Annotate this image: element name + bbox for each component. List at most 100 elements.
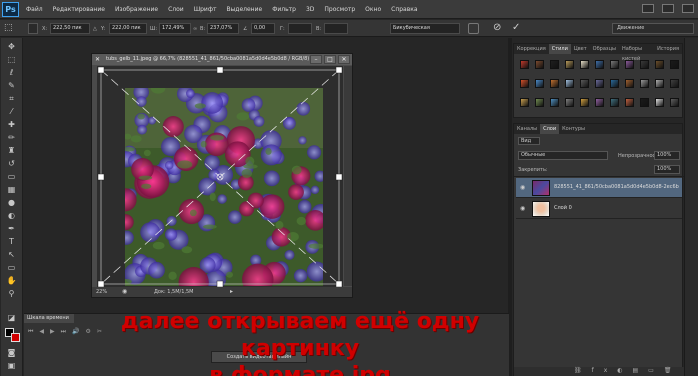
- doc-maximize-button[interactable]: □: [324, 55, 336, 64]
- document-scrollbar[interactable]: [344, 66, 352, 286]
- style-swatch[interactable]: [520, 98, 529, 107]
- menu-item[interactable]: Выделение: [226, 6, 262, 13]
- layers-panel-tab[interactable]: Слои: [540, 124, 560, 134]
- menu-item[interactable]: 3D: [306, 6, 314, 13]
- menu-item[interactable]: Шрифт: [194, 6, 217, 13]
- doc-close-button[interactable]: ✕: [338, 55, 350, 64]
- menu-item[interactable]: Просмотр: [324, 6, 355, 13]
- history-brush-tool-icon[interactable]: ↺: [5, 159, 18, 168]
- doc-minimize-button[interactable]: –: [310, 55, 322, 64]
- timeline-tab[interactable]: Шкала времени: [24, 314, 74, 323]
- style-swatch[interactable]: [655, 79, 664, 88]
- style-swatch[interactable]: [610, 60, 619, 69]
- blend-mode-select[interactable]: Обычные: [518, 151, 608, 160]
- status-menu-icon[interactable]: ▸: [230, 287, 233, 297]
- opacity-field[interactable]: 100%: [654, 151, 680, 160]
- healing-tool-icon[interactable]: ✚: [5, 120, 18, 129]
- layers-panel-tab[interactable]: Контуры: [559, 124, 588, 134]
- style-swatch[interactable]: [670, 79, 679, 88]
- style-swatch[interactable]: [580, 79, 589, 88]
- layer-row[interactable]: ◉ 828551_41_861/50cba0081a5d0d4e5b0d8-2e…: [516, 178, 682, 198]
- width-field[interactable]: 172,49%: [159, 23, 191, 34]
- hand-tool-icon[interactable]: ✋: [5, 276, 18, 285]
- constrain-icon[interactable]: ∞: [193, 26, 197, 32]
- close-button[interactable]: [682, 4, 694, 13]
- style-swatch[interactable]: [655, 60, 664, 69]
- quick-select-tool-icon[interactable]: ✎: [5, 81, 18, 90]
- style-swatch[interactable]: [595, 60, 604, 69]
- style-swatch[interactable]: [550, 98, 559, 107]
- type-tool-icon[interactable]: T: [5, 237, 18, 246]
- style-swatch[interactable]: [610, 98, 619, 107]
- quick-mask-icon[interactable]: ◙: [5, 348, 18, 357]
- commit-transform-icon[interactable]: ✓: [512, 22, 520, 33]
- style-swatch[interactable]: [580, 98, 589, 107]
- styles-panel-tab[interactable]: Наборы кистей: [619, 44, 654, 62]
- shape-tool-icon[interactable]: ▭: [5, 263, 18, 272]
- link-icon[interactable]: △: [93, 26, 97, 32]
- styles-panel-tab[interactable]: История: [654, 44, 682, 54]
- styles-panel-tab[interactable]: Образцы: [590, 44, 619, 54]
- layer-name[interactable]: Слой 0: [554, 205, 680, 211]
- eyedropper-tool-icon[interactable]: ⁄: [5, 107, 18, 116]
- style-swatch[interactable]: [610, 79, 619, 88]
- style-swatch[interactable]: [535, 79, 544, 88]
- style-swatch[interactable]: [565, 60, 574, 69]
- menu-item[interactable]: Справка: [391, 6, 417, 13]
- style-swatch[interactable]: [670, 60, 679, 69]
- style-swatch[interactable]: [640, 60, 649, 69]
- screen-mode-icon[interactable]: ▣: [5, 361, 18, 370]
- y-field[interactable]: 222,00 пик: [109, 23, 147, 34]
- transform-bounding-box[interactable]: [97, 66, 343, 288]
- interpolation-select[interactable]: Бикубическая: [390, 23, 460, 34]
- style-swatch[interactable]: [565, 79, 574, 88]
- zoom-level[interactable]: 22%: [96, 287, 107, 297]
- canvas[interactable]: [97, 66, 343, 288]
- minimize-button[interactable]: [642, 4, 654, 13]
- lasso-tool-icon[interactable]: ℓ: [5, 68, 18, 77]
- fill-field[interactable]: 100%: [654, 165, 680, 174]
- x-field[interactable]: 222,50 пик: [50, 23, 90, 34]
- layers-footer-icons[interactable]: ⛓fx◐▤▭🗑: [514, 367, 684, 376]
- menu-item[interactable]: Изображение: [115, 6, 158, 13]
- default-colors-icon[interactable]: ◪: [5, 313, 18, 322]
- menu-item[interactable]: Файл: [26, 6, 43, 13]
- dodge-tool-icon[interactable]: ◐: [5, 211, 18, 220]
- layer-row[interactable]: ◉ Слой 0: [516, 199, 682, 219]
- workspace-select[interactable]: Движение: [612, 23, 694, 34]
- marquee-tool-icon[interactable]: ⬚: [5, 55, 18, 64]
- brush-tool-icon[interactable]: ✏: [5, 133, 18, 142]
- maximize-button[interactable]: [662, 4, 674, 13]
- skew-v-field[interactable]: [324, 23, 348, 34]
- background-color[interactable]: [11, 333, 20, 342]
- visibility-eye-icon[interactable]: ◉: [520, 184, 528, 192]
- style-swatch[interactable]: [535, 98, 544, 107]
- style-swatch[interactable]: [580, 60, 589, 69]
- skew-h-field[interactable]: [288, 23, 312, 34]
- collapsed-panels-strip[interactable]: [684, 38, 698, 376]
- style-swatch[interactable]: [550, 60, 559, 69]
- style-swatch[interactable]: [670, 98, 679, 107]
- styles-panel-tab[interactable]: Цвет: [571, 44, 590, 54]
- style-swatch[interactable]: [550, 79, 559, 88]
- styles-panel-tab[interactable]: Стили: [548, 44, 571, 54]
- stamp-tool-icon[interactable]: ♜: [5, 146, 18, 155]
- menu-item[interactable]: Редактирование: [53, 6, 105, 13]
- style-swatch[interactable]: [625, 79, 634, 88]
- style-swatch[interactable]: [535, 60, 544, 69]
- status-info-icon[interactable]: ◉: [122, 287, 127, 297]
- move-tool-icon[interactable]: ✥: [5, 42, 18, 51]
- style-swatch[interactable]: [520, 79, 529, 88]
- transform-tool-icon[interactable]: ⬚: [4, 23, 16, 34]
- visibility-eye-icon[interactable]: ◉: [520, 205, 528, 213]
- style-swatch[interactable]: [625, 98, 634, 107]
- angle-field[interactable]: 0,00: [251, 23, 275, 34]
- warp-mode-icon[interactable]: [468, 23, 479, 34]
- style-swatch[interactable]: [640, 98, 649, 107]
- style-swatch[interactable]: [625, 60, 634, 69]
- layers-panel-tab[interactable]: Каналы: [514, 124, 540, 134]
- styles-panel-tab[interactable]: Коррекция: [514, 44, 549, 54]
- eraser-tool-icon[interactable]: ▭: [5, 172, 18, 181]
- document-close-icon[interactable]: ✕: [95, 56, 102, 63]
- layer-kind-filter[interactable]: Вид: [518, 137, 540, 145]
